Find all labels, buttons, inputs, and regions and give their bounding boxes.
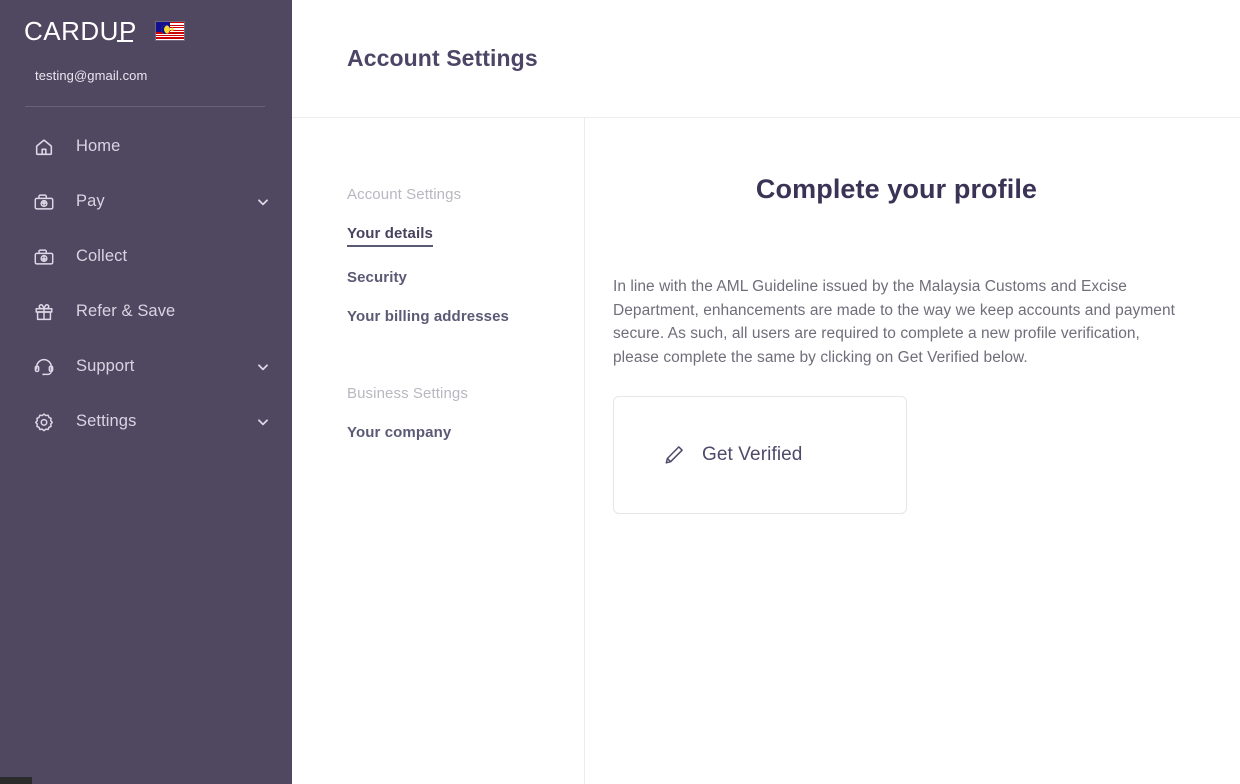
chevron-down-icon[interactable] bbox=[256, 195, 270, 209]
sidebar-item-pay[interactable]: Pay bbox=[0, 174, 292, 229]
main-body-text: In line with the AML Guideline issued by… bbox=[613, 278, 1175, 366]
headset-icon bbox=[33, 356, 55, 378]
get-verified-label: Get Verified bbox=[702, 444, 803, 465]
subnav-item-your-company[interactable]: Your company bbox=[347, 424, 451, 441]
flag-stripe bbox=[155, 38, 184, 40]
collect-wallet-down-icon bbox=[33, 246, 55, 268]
subnav-group-title: Business Settings bbox=[347, 385, 468, 402]
get-verified-card[interactable]: Get Verified bbox=[613, 396, 907, 514]
content-area: Account Settings Account Settings Your d… bbox=[292, 0, 1240, 784]
home-icon bbox=[33, 136, 55, 158]
sidebar-item-label: Support bbox=[76, 357, 135, 375]
malaysia-flag-icon[interactable] bbox=[154, 21, 185, 41]
pencil-icon bbox=[662, 443, 686, 467]
user-email: testing@gmail.com bbox=[35, 68, 148, 83]
sidebar-item-label: Home bbox=[76, 137, 121, 155]
subnav-group-title: Account Settings bbox=[347, 186, 462, 203]
settings-subnav: Account Settings Your details Security Y… bbox=[292, 118, 585, 784]
sidebar-item-refer-and-save[interactable]: Refer & Save bbox=[0, 284, 292, 339]
page-header: Account Settings bbox=[292, 0, 1240, 118]
sidebar: CARDUP testing@gmail.com Home Pay Collec… bbox=[0, 0, 292, 784]
page-title: Account Settings bbox=[347, 45, 538, 71]
subnav-group-account-settings: Account Settings Your details Security Y… bbox=[347, 186, 584, 347]
sidebar-item-settings[interactable]: Settings bbox=[0, 394, 292, 449]
sidebar-item-collect[interactable]: Collect bbox=[0, 229, 292, 284]
cardup-logo[interactable]: CARDUP bbox=[24, 18, 137, 44]
sidebar-item-support[interactable]: Support bbox=[0, 339, 292, 394]
horizontal-scrollbar[interactable] bbox=[0, 777, 32, 784]
subnav-item-your-billing-addresses[interactable]: Your billing addresses bbox=[347, 308, 509, 325]
sidebar-item-label: Collect bbox=[76, 247, 128, 265]
subnav-item-your-details[interactable]: Your details bbox=[347, 225, 433, 247]
chevron-down-icon[interactable] bbox=[256, 360, 270, 374]
subnav-group-business-settings: Business Settings Your company bbox=[347, 385, 584, 463]
sidebar-item-label: Pay bbox=[76, 192, 105, 210]
logo-u-underline bbox=[117, 40, 133, 42]
gift-icon bbox=[33, 301, 55, 323]
sidebar-nav: Home Pay Collect Refer & Save Support Se… bbox=[0, 107, 292, 449]
sidebar-item-label: Settings bbox=[76, 412, 137, 430]
subnav-item-security[interactable]: Security bbox=[347, 269, 407, 286]
main-panel: Complete your profile In line with the A… bbox=[585, 118, 1240, 784]
sidebar-item-home[interactable]: Home bbox=[0, 119, 292, 174]
brand-row: CARDUP bbox=[0, 0, 292, 46]
chevron-down-icon[interactable] bbox=[256, 415, 270, 429]
main-title: Complete your profile bbox=[755, 174, 1038, 204]
gear-icon bbox=[33, 411, 55, 433]
body-area: Account Settings Your details Security Y… bbox=[292, 118, 1240, 784]
flag-crescent bbox=[160, 25, 170, 35]
sidebar-item-label: Refer & Save bbox=[76, 302, 176, 320]
pay-wallet-up-icon bbox=[33, 191, 55, 213]
